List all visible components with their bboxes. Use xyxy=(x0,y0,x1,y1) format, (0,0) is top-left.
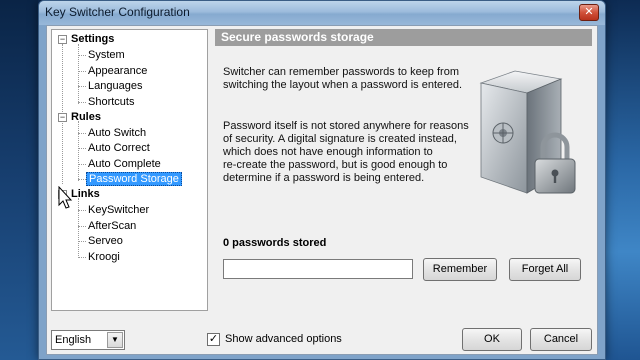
show-advanced-label[interactable]: Show advanced options xyxy=(225,333,342,345)
desktop-background-right xyxy=(606,0,640,360)
forget-all-button[interactable]: Forget All xyxy=(509,258,581,281)
note-line: determine if a password is being entered… xyxy=(223,172,425,184)
tree-item-shortcuts[interactable]: Shortcuts xyxy=(88,96,134,108)
language-value: English xyxy=(55,334,92,346)
passwords-count-label: 0 passwords stored xyxy=(223,237,327,249)
bottom-bar: English ▼ ✓ Show advanced options OK Can… xyxy=(47,316,597,354)
note-line: Password itself is not stored anywhere f… xyxy=(223,120,469,132)
secure-storage-icon xyxy=(479,70,576,194)
intro-line: Switcher can remember passwords to keep … xyxy=(223,66,459,78)
client-area: − Settings System Appearance Languages S… xyxy=(46,25,598,355)
tree-item-languages[interactable]: Languages xyxy=(88,80,142,92)
settings-tree[interactable]: − Settings System Appearance Languages S… xyxy=(51,29,208,311)
desktop-background-left xyxy=(0,0,38,360)
tree-item-afterscan[interactable]: AfterScan xyxy=(88,220,136,232)
intro-text: Switcher can remember passwords to keep … xyxy=(223,66,462,92)
tree-connector xyxy=(78,226,86,227)
intro-line: switching the layout when a password is … xyxy=(223,79,463,91)
config-window: Key Switcher Configuration ✕ − Settings xyxy=(38,0,606,360)
note-line: which does not have enough information t… xyxy=(223,146,433,158)
tree-item-auto-complete[interactable]: Auto Complete xyxy=(88,158,161,170)
tree-item-system[interactable]: System xyxy=(88,49,125,61)
tree-connector xyxy=(78,86,86,87)
tree-item-auto-switch[interactable]: Auto Switch xyxy=(88,127,146,139)
tree-item-password-storage[interactable]: Password Storage xyxy=(86,172,182,186)
close-button[interactable]: ✕ xyxy=(579,4,599,21)
note-line: re-create the password, but is good enou… xyxy=(223,159,448,171)
collapse-rules-toggle[interactable]: − xyxy=(58,113,67,122)
tree-item-auto-correct[interactable]: Auto Correct xyxy=(88,142,150,154)
ok-button[interactable]: OK xyxy=(462,328,522,351)
tree-connector xyxy=(78,198,79,258)
content-panel: Secure passwords storage Switcher can re… xyxy=(213,29,594,311)
tree-connector xyxy=(78,241,86,242)
tree-connector xyxy=(78,164,86,165)
title-bar[interactable]: Key Switcher Configuration ✕ xyxy=(39,1,605,25)
tree-connector xyxy=(78,210,86,211)
security-note-text: Password itself is not stored anywhere f… xyxy=(223,120,469,185)
tree-connector xyxy=(78,71,86,72)
tree-node-settings[interactable]: Settings xyxy=(71,33,114,45)
mouse-pointer-icon xyxy=(58,186,73,209)
remember-button[interactable]: Remember xyxy=(423,258,497,281)
cancel-button[interactable]: Cancel xyxy=(530,328,592,351)
note-line: of security. A digital signature is crea… xyxy=(223,133,457,145)
tree-item-kroogi[interactable]: Kroogi xyxy=(88,251,120,263)
tree-item-serveo[interactable]: Serveo xyxy=(88,235,123,247)
collapse-settings-toggle[interactable]: − xyxy=(58,35,67,44)
tree-item-keyswitcher[interactable]: KeySwitcher xyxy=(88,204,149,216)
tree-connector xyxy=(78,133,86,134)
tree-connector xyxy=(78,179,86,180)
language-select[interactable]: English ▼ xyxy=(51,330,125,350)
tree-connector xyxy=(78,257,86,258)
tree-node-rules[interactable]: Rules xyxy=(71,111,101,123)
show-advanced-checkbox[interactable]: ✓ xyxy=(207,333,220,346)
chevron-down-icon[interactable]: ▼ xyxy=(107,332,123,348)
tree-connector xyxy=(78,121,79,181)
tree-item-appearance[interactable]: Appearance xyxy=(88,65,147,77)
tree-connector xyxy=(78,148,86,149)
tree-connector xyxy=(78,102,86,103)
password-input[interactable] xyxy=(223,259,413,279)
tree-connector xyxy=(78,55,86,56)
window-title: Key Switcher Configuration xyxy=(45,5,190,19)
tree-connector xyxy=(78,44,79,104)
section-header: Secure passwords storage xyxy=(215,29,592,46)
tree-node-links[interactable]: Links xyxy=(71,188,100,200)
